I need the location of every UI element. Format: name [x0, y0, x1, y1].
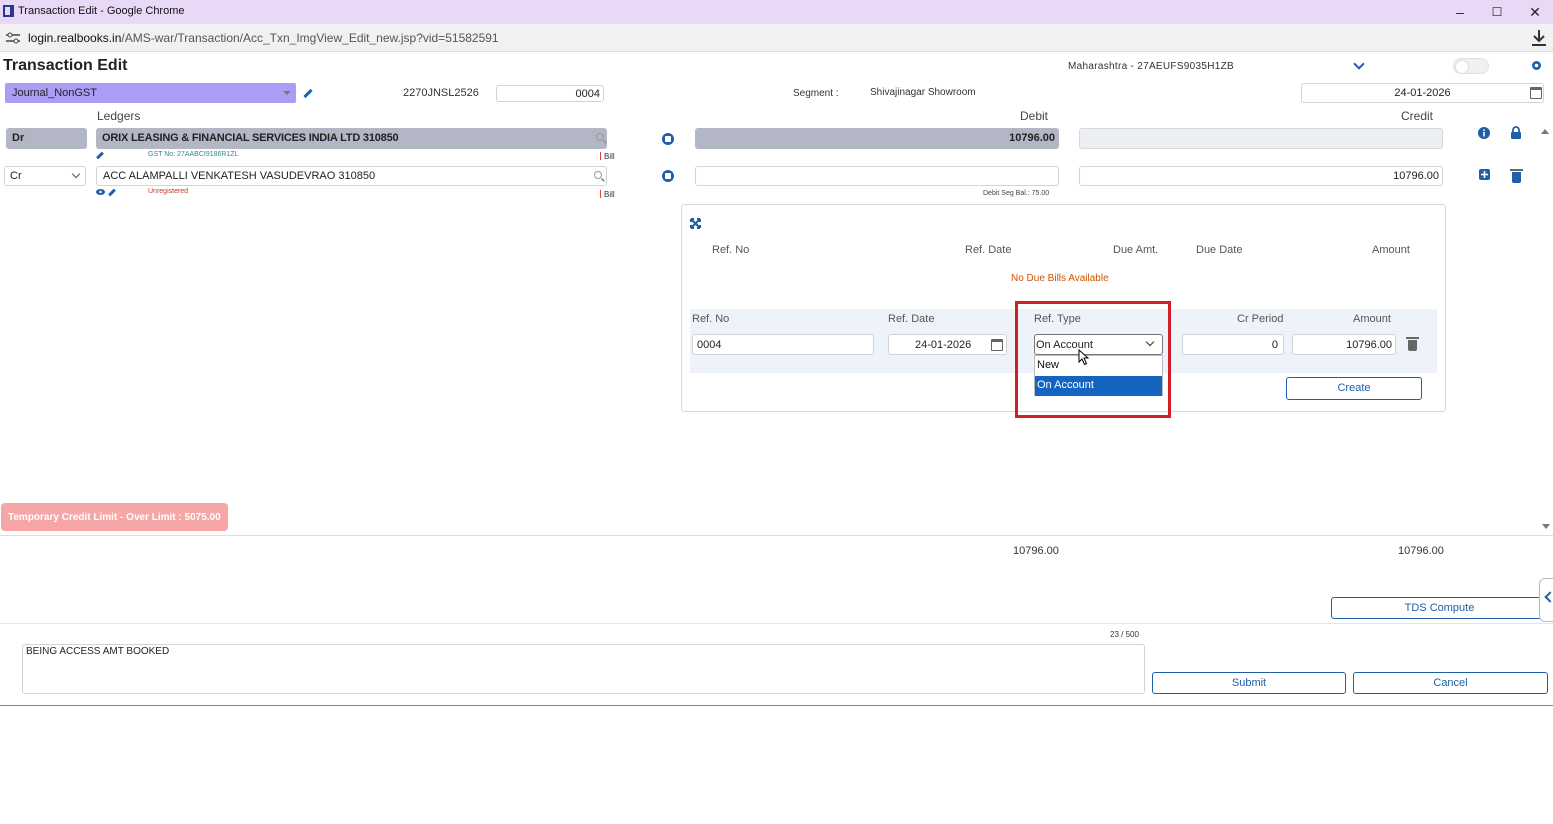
segment-value: Shivajinagar Showroom: [870, 87, 976, 98]
debit-seg-balance: Debit Seg Bal.: 75.00: [983, 190, 1050, 197]
bills-header-ref-date: Ref. Date: [965, 244, 1012, 256]
new-bill-amount-label: Amount: [1353, 313, 1391, 325]
scroll-down-icon[interactable]: [1542, 524, 1550, 529]
voucher-date-text: 24-01-2026: [1394, 87, 1451, 99]
edit-icon[interactable]: [303, 88, 313, 99]
debit-header: Debit: [1020, 109, 1049, 123]
site-settings-icon[interactable]: [6, 32, 20, 44]
mode-toggle[interactable]: [1453, 58, 1489, 74]
bills-header-amount: Amount: [1372, 244, 1410, 256]
footer-divider: [0, 705, 1553, 706]
ref-no-input[interactable]: 0004: [692, 334, 874, 355]
gear-icon[interactable]: [1530, 59, 1543, 72]
credit-input-2[interactable]: 10796.00: [1079, 166, 1443, 186]
search-icon[interactable]: [594, 171, 602, 179]
app-icon: [3, 5, 14, 17]
voucher-prefix: 2270JNSL2526: [403, 87, 479, 99]
voucher-type-select[interactable]: Journal_NonGST: [5, 83, 296, 103]
cr-period-input[interactable]: 0: [1182, 334, 1284, 355]
bill-label-2: Bill: [604, 190, 615, 199]
credit-input-1[interactable]: [1079, 128, 1443, 149]
submit-button[interactable]: Submit: [1152, 672, 1346, 694]
maximize-icon[interactable]: ☐: [1487, 3, 1507, 21]
bills-header-due-date: Due Date: [1196, 244, 1243, 256]
debit-input-1[interactable]: 10796.00: [695, 128, 1059, 149]
delete-bill-icon[interactable]: [1406, 337, 1419, 351]
delete-row-icon[interactable]: [1510, 169, 1523, 183]
bills-header-due-amt: Due Amt.: [1113, 244, 1159, 256]
ref-date-text: 24-01-2026: [915, 339, 972, 351]
voucher-type-label: Journal_NonGST: [12, 87, 97, 99]
ledgers-header: Ledgers: [97, 109, 141, 123]
calendar-icon[interactable]: [991, 339, 1003, 351]
url-text[interactable]: login.realbooks.in/AMS-war/Transaction/A…: [28, 31, 499, 45]
ledger-input-2[interactable]: ACC ALAMPALLI VENKATESH VASUDEVRAO 31085…: [96, 166, 607, 186]
add-row-icon[interactable]: [1479, 169, 1490, 180]
bill-label-1: Bill: [604, 152, 615, 161]
cancel-button[interactable]: Cancel: [1353, 672, 1548, 694]
entry-side-dr[interactable]: Dr: [6, 128, 87, 149]
narration-textarea[interactable]: BEING ACCESS AMT BOOKED: [22, 644, 1145, 694]
create-button[interactable]: Create: [1286, 377, 1422, 400]
narration-divider: [0, 623, 1553, 624]
window-title: Transaction Edit - Google Chrome: [18, 5, 185, 17]
totals-divider: [0, 535, 1553, 536]
search-icon[interactable]: [596, 133, 604, 141]
registration-status: Unregistered: [148, 188, 189, 195]
ref-date-input[interactable]: 24-01-2026: [888, 334, 1007, 355]
page-title: Transaction Edit: [3, 57, 128, 74]
highlight-box: [1015, 301, 1171, 418]
address-bar[interactable]: login.realbooks.in/AMS-war/Transaction/A…: [0, 24, 1553, 52]
state-gst-select[interactable]: Maharashtra - 27AEUFS9035H1ZB: [1068, 61, 1234, 72]
minimize-icon[interactable]: –: [1450, 3, 1470, 21]
credit-limit-warning: Temporary Credit Limit - Over Limit : 50…: [1, 503, 228, 531]
segment-label: Segment :: [793, 88, 839, 99]
credit-header: Credit: [1401, 109, 1434, 123]
debit-input-2[interactable]: [695, 166, 1059, 186]
new-bill-cr-period-label: Cr Period: [1237, 313, 1284, 325]
no-due-bills-message: No Due Bills Available: [1011, 273, 1109, 284]
chevron-down-icon[interactable]: [1353, 58, 1365, 70]
debit-total: 10796.00: [1013, 545, 1059, 557]
lock-icon[interactable]: [1510, 126, 1522, 139]
scroll-up-icon[interactable]: [1541, 129, 1549, 134]
ledger-name-1: ORIX LEASING & FINANCIAL SERVICES INDIA …: [102, 132, 399, 144]
window-titlebar: Transaction Edit - Google Chrome – ☐ ✕: [0, 0, 1553, 24]
ledger-name-2: ACC ALAMPALLI VENKATESH VASUDEVRAO 31085…: [103, 170, 376, 182]
edit-ledger-icon[interactable]: [96, 151, 104, 160]
bills-header-ref-no: Ref. No: [712, 244, 750, 256]
narration-char-count: 23 / 500: [1110, 630, 1139, 639]
edit-ledger-icon[interactable]: [108, 188, 116, 197]
calendar-icon[interactable]: [1530, 87, 1542, 99]
cost-center-icon[interactable]: [662, 133, 674, 145]
ledger-input-1[interactable]: ORIX LEASING & FINANCIAL SERVICES INDIA …: [96, 128, 607, 149]
close-icon[interactable]: ✕: [1525, 3, 1545, 21]
bill-link-2[interactable]: Bill: [600, 190, 615, 199]
voucher-number-input[interactable]: 0004: [496, 85, 604, 102]
tds-compute-button[interactable]: TDS Compute: [1331, 597, 1548, 619]
expand-icon[interactable]: [690, 218, 701, 229]
bill-amount-input[interactable]: 10796.00: [1292, 334, 1396, 355]
entry-side-cr: Cr: [10, 170, 22, 182]
cost-center-icon[interactable]: [662, 170, 674, 182]
info-icon[interactable]: [1478, 127, 1490, 139]
download-icon[interactable]: [1531, 29, 1547, 47]
new-bill-ref-date-label: Ref. Date: [888, 313, 935, 325]
bill-link-1[interactable]: Bill: [600, 152, 615, 161]
gst-number: GST No: 27AABCI9186R1ZL: [148, 151, 239, 158]
credit-total: 10796.00: [1398, 545, 1444, 557]
caret-down-icon: [283, 91, 291, 95]
new-bill-ref-no-label: Ref. No: [692, 313, 730, 325]
eye-icon[interactable]: [96, 189, 105, 195]
voucher-date-input[interactable]: 24-01-2026: [1301, 83, 1544, 103]
